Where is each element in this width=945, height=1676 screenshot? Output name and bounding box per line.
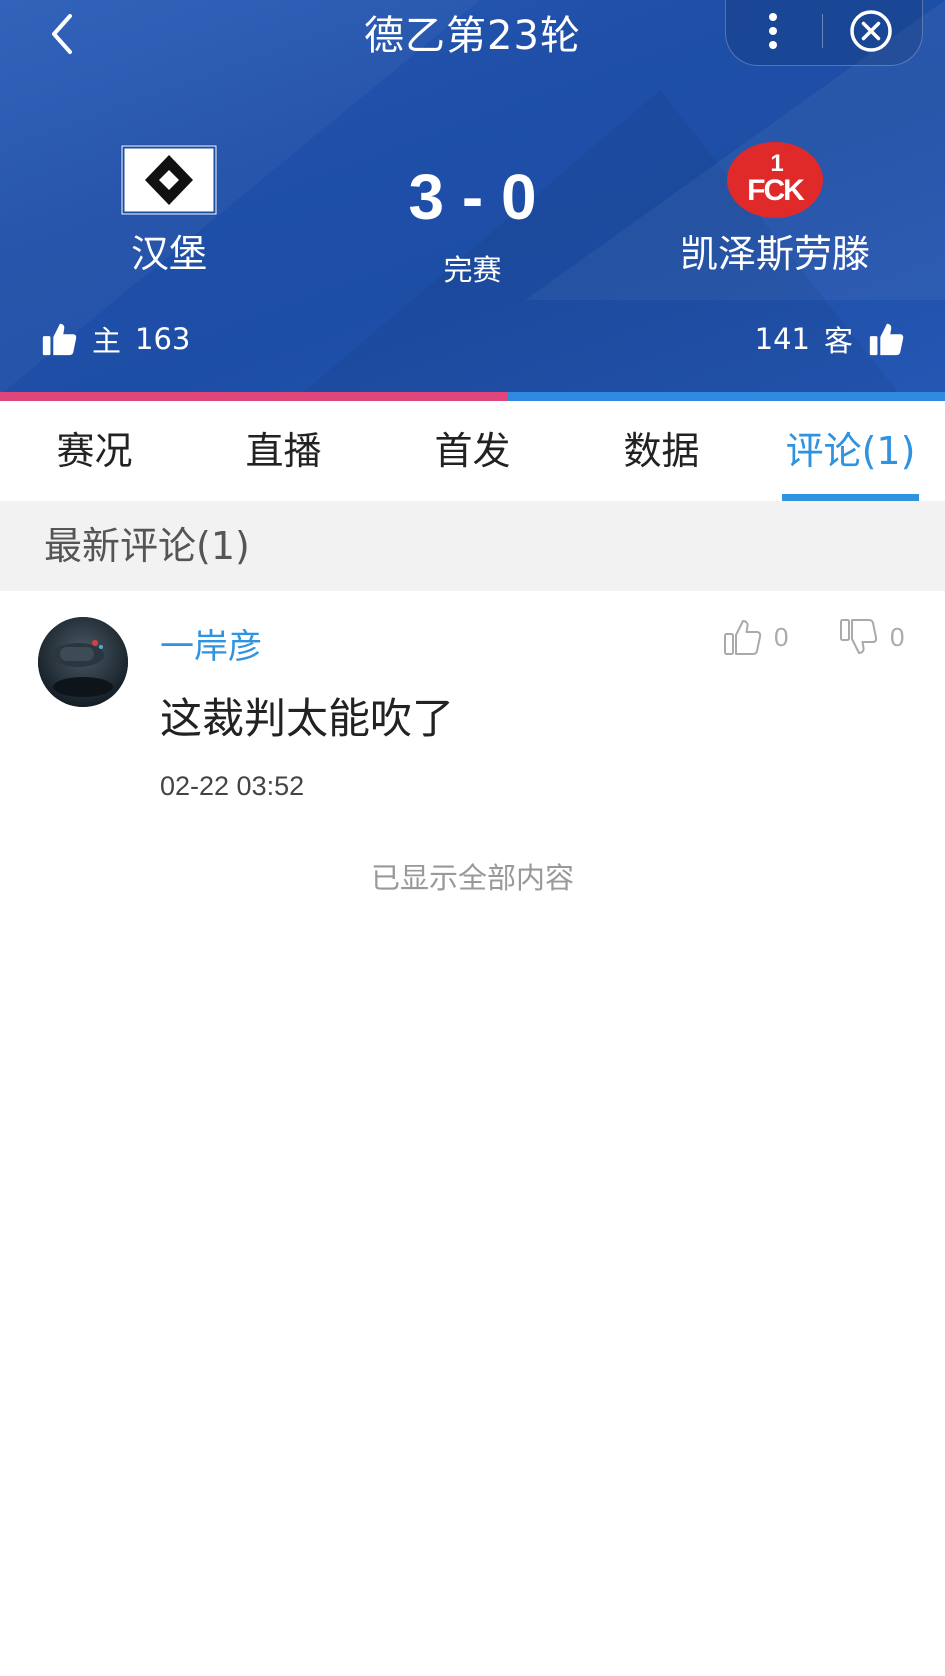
- more-button[interactable]: [748, 6, 798, 56]
- support-ratio-bar: [0, 392, 945, 401]
- away-like-button[interactable]: 141 客: [755, 318, 905, 360]
- close-circle-icon: [850, 10, 892, 52]
- end-of-list-note: 已显示全部内容: [370, 861, 574, 895]
- tab-stats[interactable]: 数据: [567, 401, 756, 501]
- away-support-fill: [506, 392, 945, 401]
- close-button[interactable]: [846, 6, 896, 56]
- comment-timestamp: 02-22 03:52: [160, 771, 305, 801]
- home-like-button[interactable]: 主 163: [40, 318, 190, 360]
- capsule-divider: [822, 14, 823, 48]
- more-vertical-icon: [769, 13, 777, 49]
- comment-item: 一岸彦 这裁判太能吹了 02-22 03:52 0 0: [0, 591, 945, 821]
- tab-lineup[interactable]: 首发: [378, 401, 567, 501]
- match-header: 德乙第23轮 汉堡 3 - 0 完赛 1 FCK 凯泽斯劳滕 主 163 141…: [0, 0, 945, 395]
- comment-like-count: 0: [774, 621, 789, 652]
- thumbs-up-icon: [869, 323, 904, 356]
- fck-logo-icon: 1 FCK: [727, 142, 823, 218]
- avatar[interactable]: [38, 617, 128, 707]
- tab-live[interactable]: 直播: [189, 401, 378, 501]
- comment-text: 这裁判太能吹了: [160, 694, 455, 743]
- tab-bar: 赛况 直播 首发 数据 评论(1): [0, 401, 945, 501]
- home-like-count: 163: [135, 322, 191, 356]
- comment-dislike-count: 0: [890, 621, 905, 652]
- user-avatar-image: [38, 617, 128, 707]
- latest-comments-header: 最新评论(1): [0, 501, 945, 591]
- comment-dislike-button[interactable]: 0: [838, 617, 904, 657]
- home-side-label: 主: [92, 324, 122, 358]
- mini-program-capsule: [725, 0, 923, 66]
- tab-match-overview[interactable]: 赛况: [0, 401, 189, 501]
- thumbs-down-outline-icon: [840, 619, 878, 654]
- away-like-count: 141: [754, 322, 810, 356]
- away-side-label: 客: [823, 324, 853, 358]
- thumbs-up-outline-icon: [724, 620, 762, 655]
- away-team[interactable]: 1 FCK 凯泽斯劳滕: [610, 140, 940, 278]
- fck-logo-text: FCK: [747, 174, 805, 207]
- away-team-name: 凯泽斯劳滕: [679, 232, 870, 276]
- thumbs-up-icon: [42, 323, 77, 356]
- home-support-fill: [0, 392, 507, 401]
- tab-comments[interactable]: 评论(1): [756, 401, 945, 501]
- fck-logo-number: 1: [770, 150, 783, 177]
- away-team-logo: 1 FCK: [610, 140, 940, 220]
- comment-like-button[interactable]: 0: [722, 617, 788, 657]
- comment-username[interactable]: 一岸彦: [160, 625, 262, 669]
